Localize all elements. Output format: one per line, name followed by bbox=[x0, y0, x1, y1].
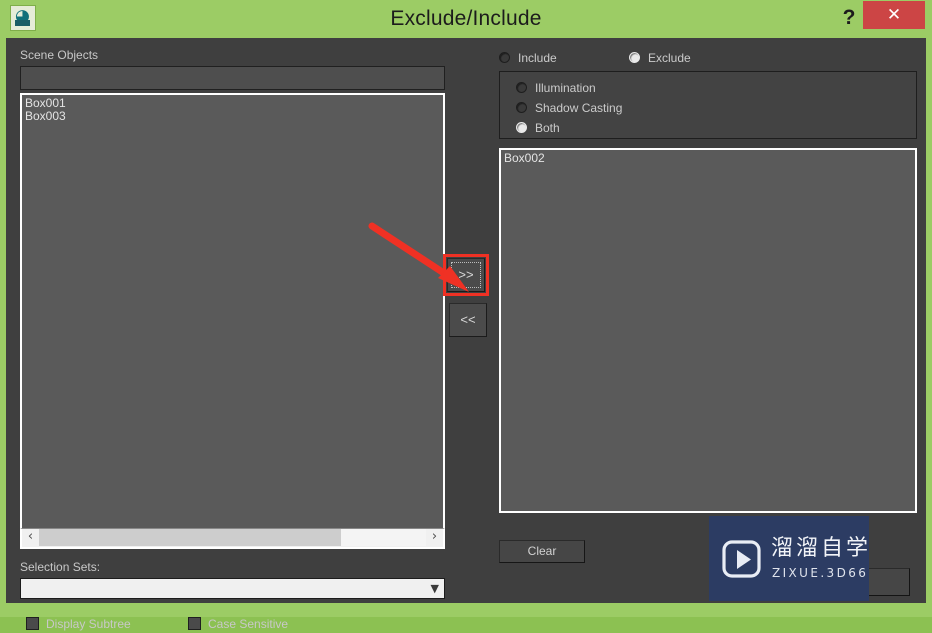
scroll-left-arrow-icon[interactable]: ‹ bbox=[22, 529, 39, 546]
scene-objects-list[interactable]: Box001 Box003 bbox=[20, 93, 445, 533]
watermark-overlay: 溜溜自学 ZIXUE.3D66.COM bbox=[709, 516, 869, 601]
radio-illumination[interactable]: Illumination bbox=[516, 79, 596, 97]
help-button[interactable]: ? bbox=[836, 4, 862, 32]
scrollbar-track[interactable] bbox=[39, 529, 426, 546]
radio-exclude[interactable]: Exclude bbox=[629, 49, 691, 67]
scrollbar-thumb[interactable] bbox=[39, 529, 341, 546]
radio-circle-icon[interactable] bbox=[516, 122, 527, 133]
display-subtree-label: Display Subtree bbox=[46, 617, 131, 631]
title-bar: ◕ Exclude/Include ? ✕ bbox=[0, 0, 932, 38]
scene-objects-search-input[interactable] bbox=[20, 66, 445, 90]
radio-include-label: Include bbox=[518, 51, 557, 65]
close-button[interactable]: ✕ bbox=[863, 1, 925, 29]
include-exclude-radio-group: Include Exclude bbox=[486, 46, 916, 68]
exclude-include-window: ◕ Exclude/Include ? ✕ Scene Objects Box0… bbox=[0, 0, 932, 631]
radio-include[interactable]: Include bbox=[499, 49, 557, 67]
scene-objects-horizontal-scrollbar[interactable]: ‹ › bbox=[20, 528, 445, 549]
checkbox-box[interactable] bbox=[26, 617, 39, 630]
radio-circle-icon[interactable] bbox=[629, 52, 640, 63]
case-sensitive-label: Case Sensitive bbox=[208, 617, 289, 631]
watermark-en-text: ZIXUE.3D66.COM bbox=[772, 566, 869, 580]
add-button-label: >> bbox=[458, 267, 474, 282]
radio-shadow-casting[interactable]: Shadow Casting bbox=[516, 99, 622, 117]
case-sensitive-checkbox[interactable]: Case Sensitive bbox=[188, 615, 288, 633]
display-subtree-checkbox[interactable]: Display Subtree bbox=[26, 615, 131, 633]
radio-shadow-casting-label: Shadow Casting bbox=[535, 101, 623, 115]
selection-sets-dropdown[interactable]: ▼ bbox=[20, 578, 445, 599]
radio-both-label: Both bbox=[535, 121, 560, 135]
radio-both[interactable]: Both bbox=[516, 119, 560, 137]
effect-type-radio-group: Illumination Shadow Casting Both bbox=[499, 71, 917, 139]
radio-exclude-label: Exclude bbox=[648, 51, 691, 65]
clear-button[interactable]: Clear bbox=[499, 540, 585, 563]
checkbox-box[interactable] bbox=[188, 617, 201, 630]
scroll-right-arrow-icon[interactable]: › bbox=[426, 529, 443, 546]
list-item[interactable]: Box001 bbox=[22, 97, 443, 110]
add-to-exclude-button[interactable]: >> bbox=[447, 258, 485, 292]
radio-circle-icon[interactable] bbox=[516, 82, 527, 93]
radio-circle-icon[interactable] bbox=[499, 52, 510, 63]
excluded-objects-list[interactable]: Box002 bbox=[499, 148, 917, 513]
watermark-cn-text: 溜溜自学 bbox=[771, 536, 869, 561]
list-item[interactable]: Box002 bbox=[501, 152, 915, 165]
play-logo-icon bbox=[722, 540, 761, 578]
remove-button-label: << bbox=[460, 312, 476, 327]
list-item[interactable]: Box003 bbox=[22, 110, 443, 123]
chevron-down-icon: ▼ bbox=[430, 582, 439, 595]
selection-sets-label: Selection Sets: bbox=[20, 560, 101, 574]
radio-illumination-label: Illumination bbox=[535, 81, 596, 95]
scene-objects-label: Scene Objects bbox=[20, 48, 99, 62]
radio-circle-icon[interactable] bbox=[516, 102, 527, 113]
window-title: Exclude/Include bbox=[390, 7, 542, 30]
remove-from-exclude-button[interactable]: << bbox=[449, 303, 487, 337]
